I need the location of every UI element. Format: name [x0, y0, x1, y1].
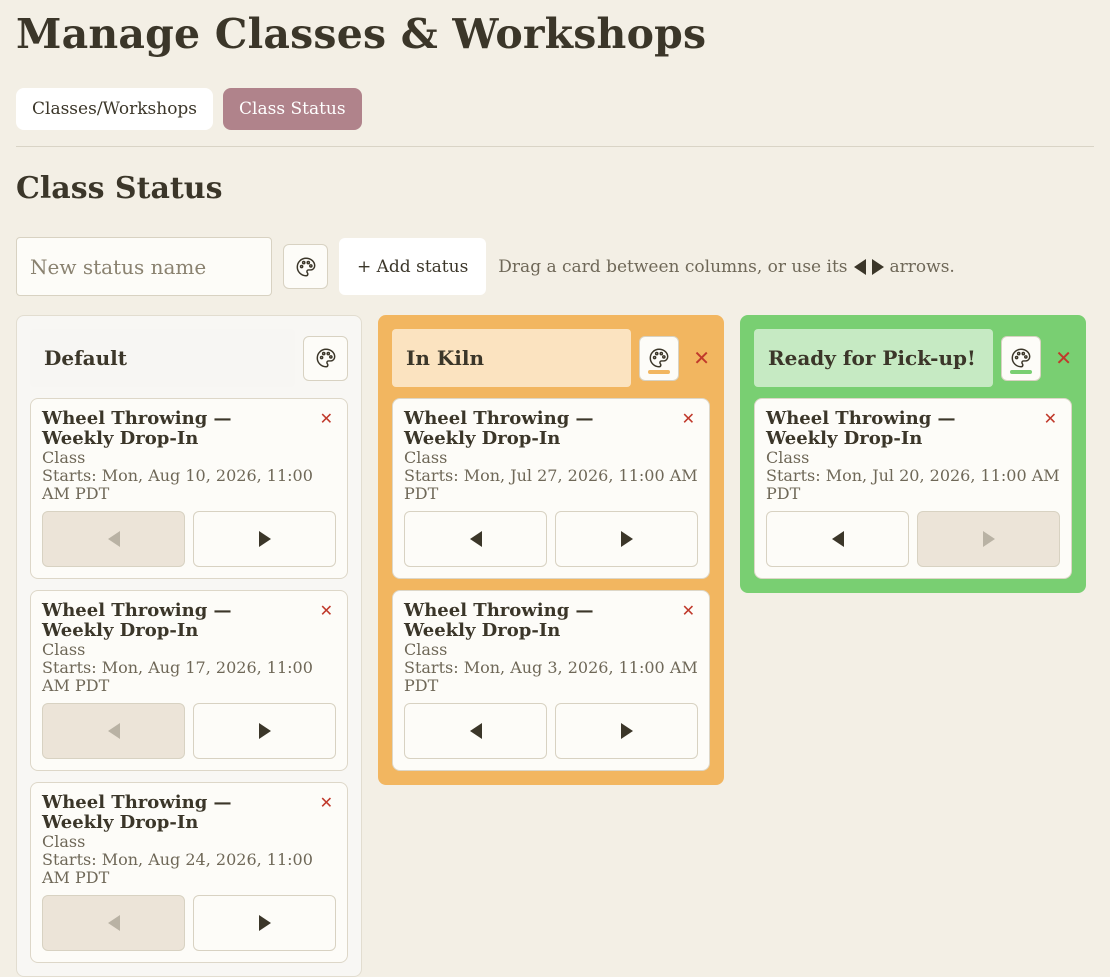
page-title: Manage Classes & Workshops: [16, 10, 707, 58]
new-status-color-button[interactable]: [283, 244, 328, 289]
card-move-controls: [404, 703, 698, 759]
card-title: Wheel Throwing — Weekly Drop-In: [404, 600, 594, 641]
tab-bar: Classes/Workshops Class Status: [16, 88, 1094, 130]
card-title: Wheel Throwing — Weekly Drop-In: [42, 792, 232, 833]
move-left-button: [42, 703, 185, 759]
move-right-button: [917, 511, 1060, 567]
card-title: Wheel Throwing — Weekly Drop-In: [42, 600, 232, 641]
card-title: Wheel Throwing — Weekly Drop-In: [42, 408, 232, 449]
color-swatch: [648, 369, 671, 374]
class-card[interactable]: ✕ Wheel Throwing — Weekly Drop-In Class Sta…: [392, 398, 710, 579]
add-status-button[interactable]: + Add status: [339, 238, 487, 295]
card-type: Class: [42, 640, 86, 659]
card-start-date: Starts: Mon, Aug 17, 2026, 11:00 AM PDT: [42, 658, 313, 695]
class-card[interactable]: ✕ Wheel Throwing — Weekly Drop-In Class Sta…: [30, 782, 348, 963]
move-left-button[interactable]: [766, 511, 909, 567]
card-move-controls: [42, 703, 336, 759]
move-right-button[interactable]: [193, 703, 336, 759]
column-header: Default: [30, 329, 348, 387]
new-status-name-input[interactable]: [16, 237, 272, 296]
class-card[interactable]: ✕ Wheel Throwing — Weekly Drop-In Class Sta…: [30, 398, 348, 579]
card-start-date: Starts: Mon, Aug 3, 2026, 11:00 AM PDT: [404, 658, 698, 695]
status-board: Default ✕ Wheel Throwing — Weekly Drop-In C…: [16, 315, 1094, 977]
right-arrow-icon: [258, 723, 271, 739]
palette-icon: [296, 257, 315, 276]
color-swatch: [1010, 369, 1033, 374]
left-arrow-icon: [831, 531, 844, 547]
remove-card-button[interactable]: ✕: [320, 603, 333, 619]
left-arrow-icon: [107, 531, 120, 547]
move-left-button[interactable]: [404, 703, 547, 759]
move-left-button[interactable]: [404, 511, 547, 567]
move-right-button[interactable]: [555, 703, 698, 759]
delete-column-button[interactable]: ✕: [1055, 348, 1072, 368]
right-arrow-icon: [620, 723, 633, 739]
add-status-row: + Add status Drag a card between columns…: [16, 237, 1094, 296]
right-arrow-icon: [871, 258, 884, 275]
page: Manage Classes & Workshops Classes/Works…: [0, 0, 1110, 977]
card-move-controls: [404, 511, 698, 567]
column-header: In Kiln ✕: [392, 329, 710, 387]
section-title: Class Status: [16, 171, 223, 206]
right-arrow-icon: [982, 531, 995, 547]
card-move-controls: [766, 511, 1060, 567]
divider: [16, 146, 1094, 147]
status-column[interactable]: Ready for Pick-up! ✕ ✕ Wheel Throwing — Wee…: [740, 315, 1086, 593]
class-card[interactable]: ✕ Wheel Throwing — Weekly Drop-In Class Sta…: [30, 590, 348, 771]
delete-column-button[interactable]: ✕: [693, 348, 710, 368]
status-column[interactable]: In Kiln ✕ ✕ Wheel Throwing — Weekly Drop-In…: [378, 315, 724, 785]
drag-hint: Drag a card between columns, or use its …: [498, 257, 955, 277]
hint-text-after: arrows.: [889, 256, 955, 277]
right-arrow-icon: [620, 531, 633, 547]
card-title: Wheel Throwing — Weekly Drop-In: [404, 408, 594, 449]
card-type: Class: [404, 640, 448, 659]
status-column[interactable]: Default ✕ Wheel Throwing — Weekly Drop-In C…: [16, 315, 362, 977]
remove-card-button[interactable]: ✕: [320, 795, 333, 811]
palette-icon: [1011, 348, 1031, 368]
palette-icon: [649, 348, 669, 368]
column-color-button[interactable]: [1001, 335, 1042, 381]
card-type: Class: [766, 448, 810, 467]
column-title[interactable]: Default: [30, 329, 296, 387]
card-start-date: Starts: Mon, Jul 20, 2026, 11:00 AM PDT: [766, 466, 1060, 503]
class-card[interactable]: ✕ Wheel Throwing — Weekly Drop-In Class Sta…: [754, 398, 1072, 579]
hint-text-before: Drag a card between columns, or use its: [498, 256, 848, 277]
column-title[interactable]: Ready for Pick-up!: [754, 329, 994, 387]
card-start-date: Starts: Mon, Jul 27, 2026, 11:00 AM PDT: [404, 466, 698, 503]
left-arrow-icon: [107, 723, 120, 739]
class-card[interactable]: ✕ Wheel Throwing — Weekly Drop-In Class Sta…: [392, 590, 710, 771]
column-color-button[interactable]: [303, 335, 348, 381]
card-type: Class: [42, 832, 86, 851]
left-arrow-icon: [853, 258, 866, 275]
left-arrow-icon: [469, 723, 482, 739]
card-type: Class: [404, 448, 448, 467]
card-start-date: Starts: Mon, Aug 24, 2026, 11:00 AM PDT: [42, 850, 313, 887]
card-move-controls: [42, 895, 336, 951]
palette-icon: [316, 348, 336, 368]
move-right-button[interactable]: [555, 511, 698, 567]
column-header: Ready for Pick-up! ✕: [754, 329, 1072, 387]
left-arrow-icon: [469, 531, 482, 547]
remove-card-button[interactable]: ✕: [682, 603, 695, 619]
remove-card-button[interactable]: ✕: [320, 411, 333, 427]
remove-card-button[interactable]: ✕: [1044, 411, 1057, 427]
right-arrow-icon: [258, 531, 271, 547]
move-right-button[interactable]: [193, 511, 336, 567]
move-left-button: [42, 511, 185, 567]
left-arrow-icon: [107, 915, 120, 931]
column-color-button[interactable]: [639, 335, 680, 381]
tab-classes-workshops[interactable]: Classes/Workshops: [16, 88, 214, 130]
column-title[interactable]: In Kiln: [392, 329, 632, 387]
card-start-date: Starts: Mon, Aug 10, 2026, 11:00 AM PDT: [42, 466, 313, 503]
move-left-button: [42, 895, 185, 951]
card-title: Wheel Throwing — Weekly Drop-In: [766, 408, 956, 449]
card-move-controls: [42, 511, 336, 567]
card-type: Class: [42, 448, 86, 467]
remove-card-button[interactable]: ✕: [682, 411, 695, 427]
tab-class-status[interactable]: Class Status: [223, 88, 362, 130]
right-arrow-icon: [258, 915, 271, 931]
move-right-button[interactable]: [193, 895, 336, 951]
